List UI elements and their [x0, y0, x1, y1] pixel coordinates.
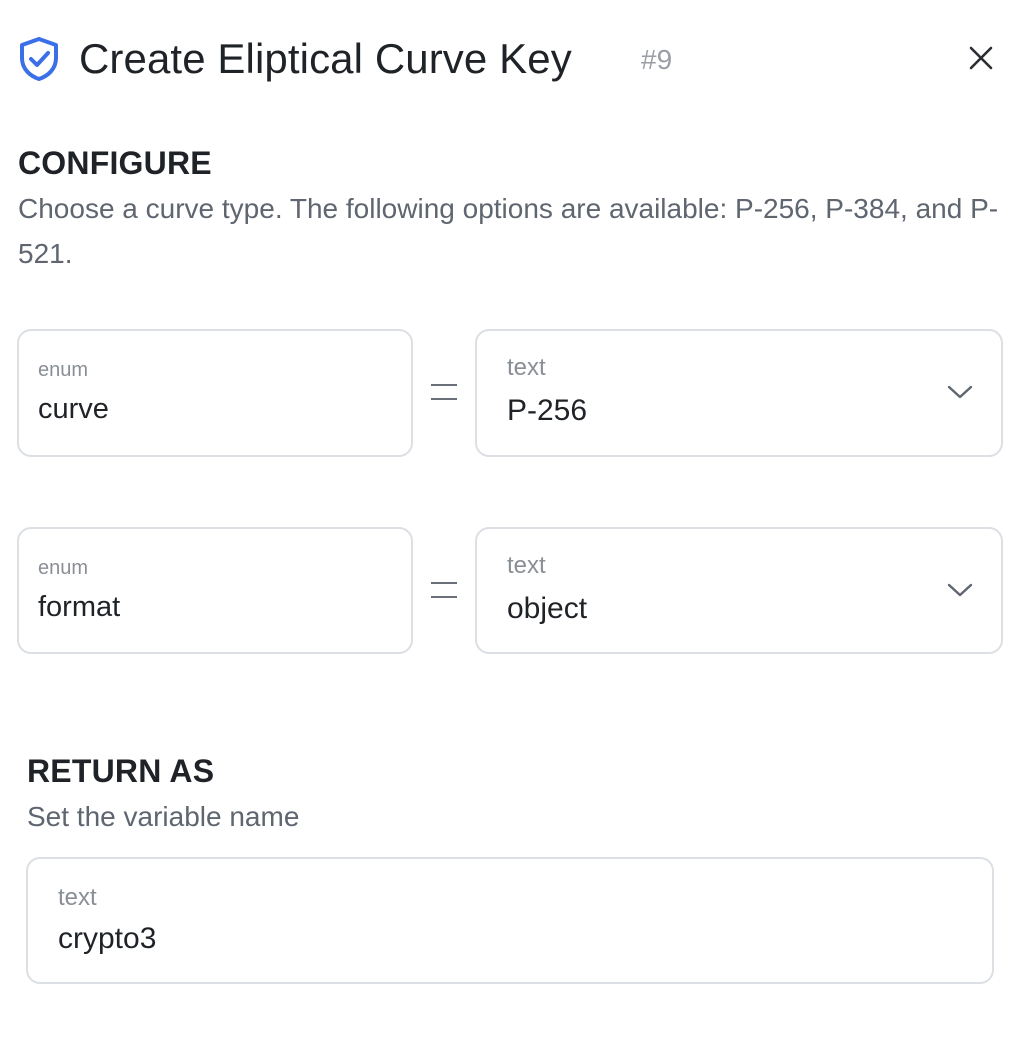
param-value-selected: object: [507, 592, 588, 625]
param-value-select-format[interactable]: text object: [475, 527, 1003, 654]
param-value-selected: P-256: [507, 394, 588, 427]
param-value-select-curve[interactable]: text P-256: [475, 329, 1003, 457]
return-variable-field[interactable]: text crypto3: [26, 857, 994, 984]
chevron-down-icon[interactable]: [947, 581, 973, 599]
dialog-header: Create Eliptical Curve Key #9: [18, 30, 1004, 90]
param-name-field-curve[interactable]: enum curve: [17, 329, 413, 457]
step-number-badge: #9: [641, 44, 673, 75]
return-variable-type-label: text: [58, 884, 97, 911]
param-name-type-label: enum: [38, 359, 89, 381]
return-as-heading: RETURN AS: [27, 753, 215, 789]
return-variable-name: crypto3: [58, 922, 157, 955]
return-as-description: Set the variable name: [27, 801, 300, 832]
chevron-down-icon[interactable]: [947, 383, 973, 401]
equals-sign: [431, 384, 457, 402]
param-name-type-label: enum: [38, 557, 89, 579]
configure-heading: CONFIGURE: [18, 145, 212, 181]
close-icon[interactable]: [966, 43, 996, 73]
param-name-value: format: [38, 591, 121, 623]
param-value-type-label: text: [507, 552, 546, 579]
dialog-title: Create Eliptical Curve Key: [79, 35, 572, 82]
param-value-type-label: text: [507, 354, 546, 381]
equals-sign: [431, 582, 457, 600]
configure-description: Choose a curve type. The following optio…: [18, 193, 999, 269]
shield-check-icon: [20, 37, 58, 81]
param-name-value: curve: [38, 393, 109, 425]
param-name-field-format[interactable]: enum format: [17, 527, 413, 654]
